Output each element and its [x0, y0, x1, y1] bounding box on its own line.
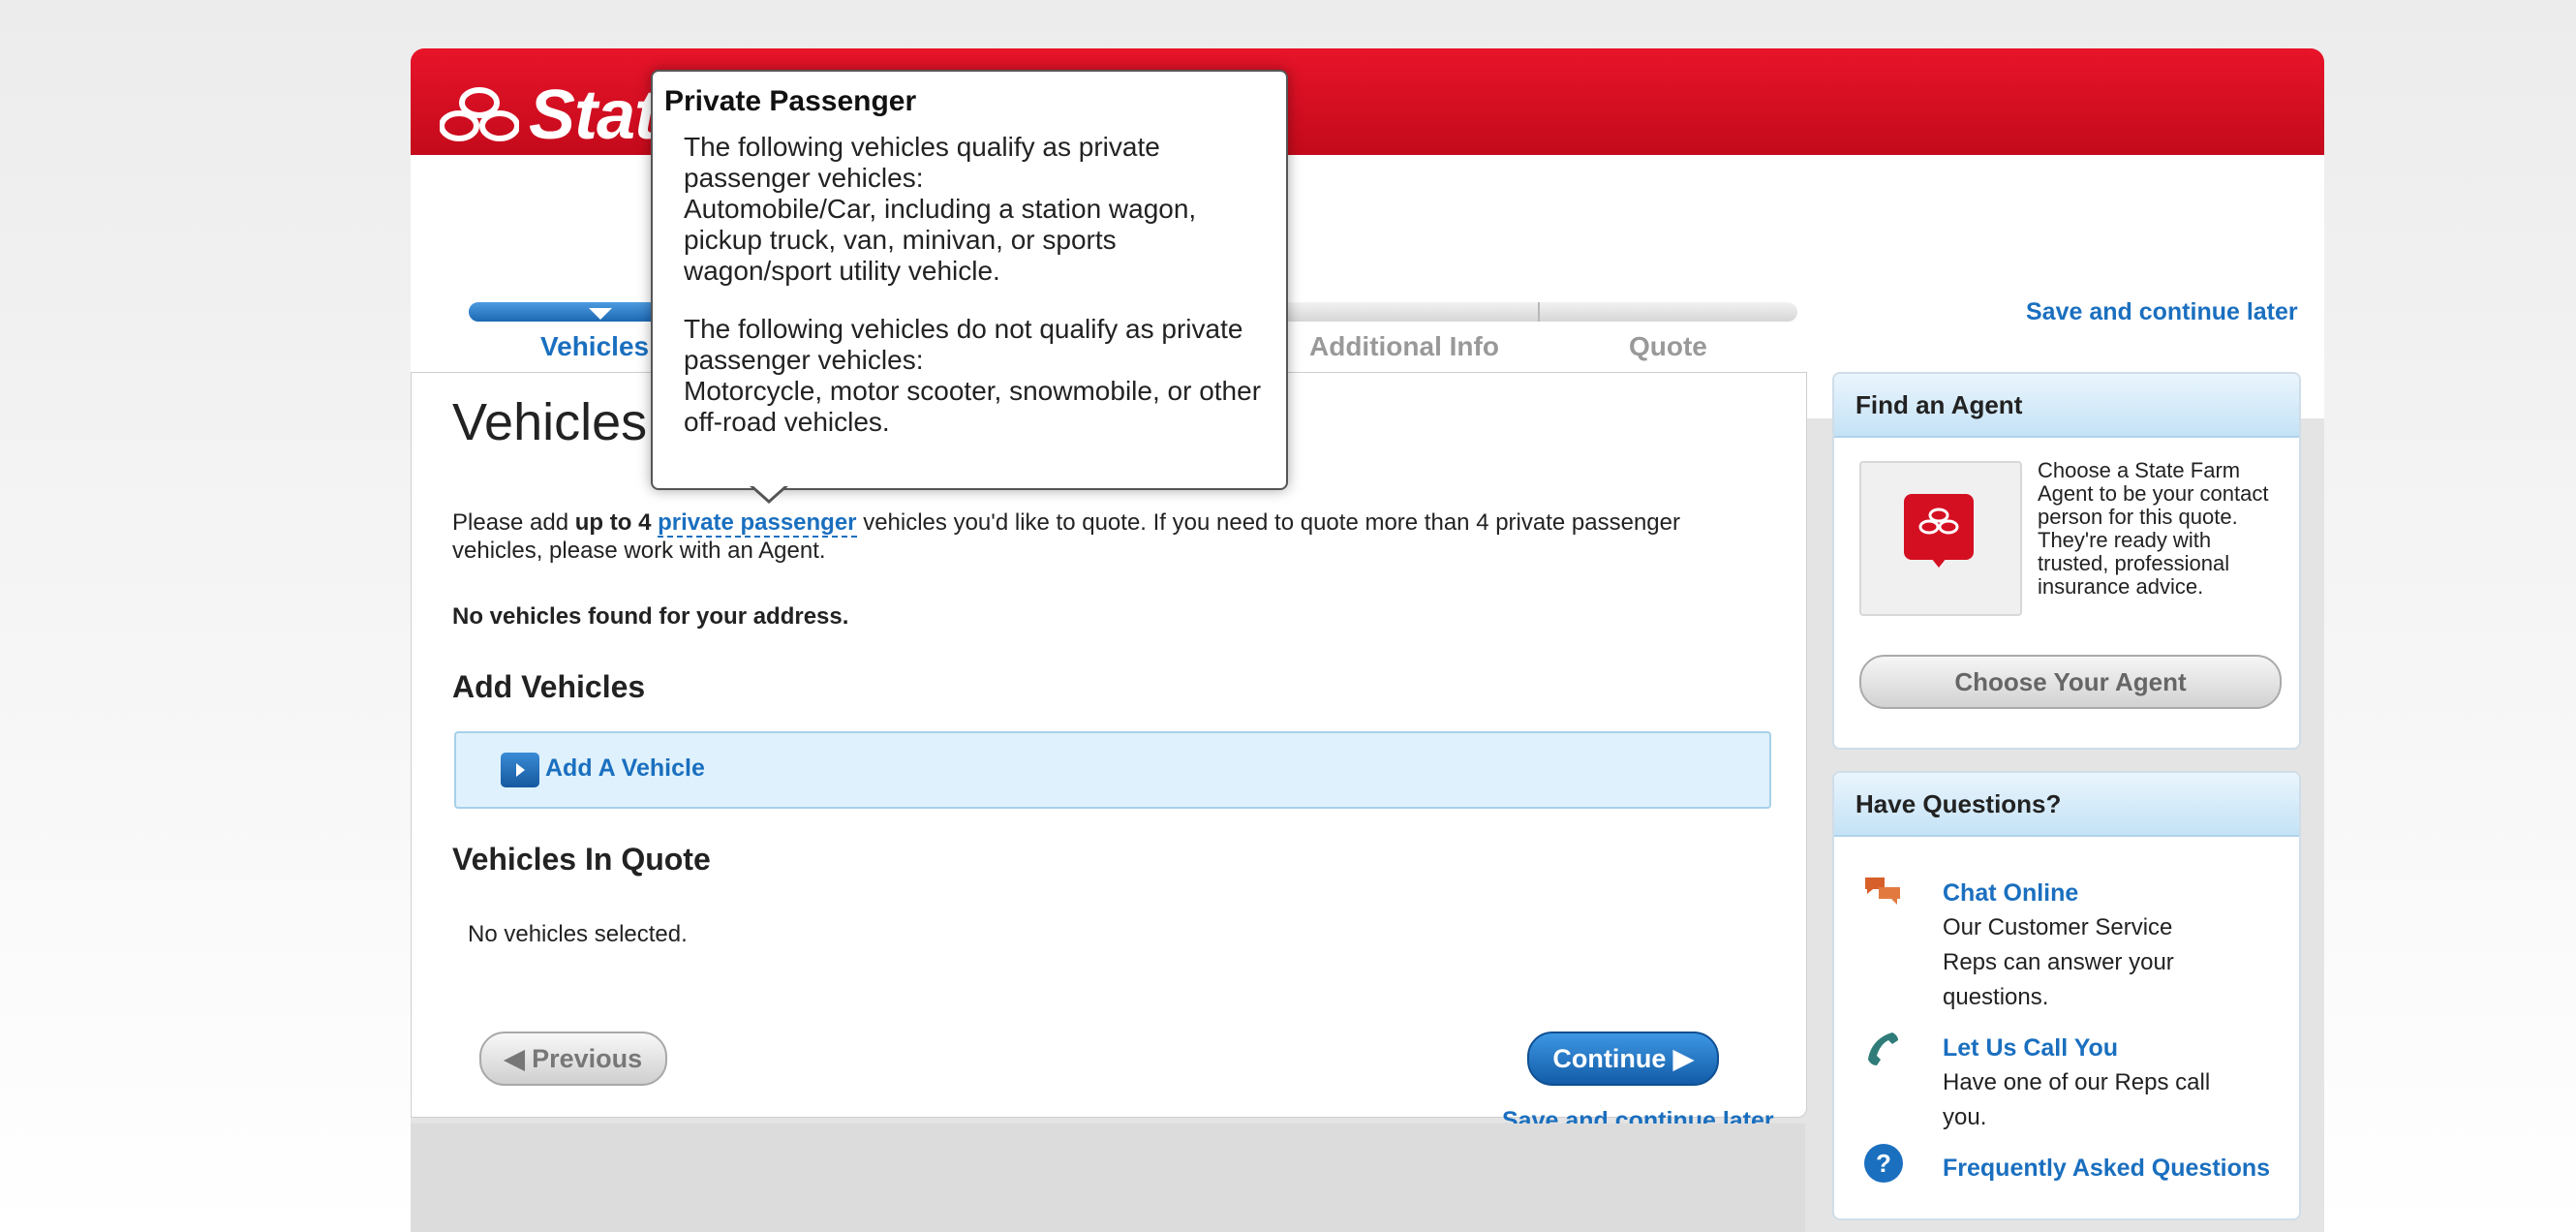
step-quote: Quote — [1629, 331, 1707, 361]
intro-text: Please add up to 4 private passenger veh… — [452, 508, 1711, 565]
previous-label: Previous — [532, 1044, 643, 1073]
three-ovals-icon — [440, 87, 519, 141]
phone-icon — [1868, 1032, 1898, 1065]
tooltip-not-qualify-intro: The following vehicles do not qualify as… — [684, 314, 1243, 375]
save-continue-later-link-top[interactable]: Save and continue later — [2026, 298, 2298, 326]
add-vehicle-link[interactable]: Add A Vehicle — [545, 755, 705, 783]
let-us-call-you-link[interactable]: Let Us Call You — [1943, 1034, 2118, 1063]
agent-description: Choose a State Farm Agent to be your con… — [2038, 458, 2269, 599]
chat-online-link[interactable]: Chat Online — [1943, 879, 2078, 908]
state-farm-ovals-icon — [1918, 508, 1959, 535]
tooltip-qualify-intro: The following vehicles qualify as privat… — [684, 132, 1160, 193]
tooltip-title: Private Passenger — [664, 85, 917, 117]
tooltip-not-qualify-text: The following vehicles do not qualify as… — [684, 314, 1265, 438]
vehicles-in-quote-heading: Vehicles In Quote — [452, 842, 711, 877]
page-title: Vehicles — [452, 393, 648, 451]
tooltip-qualify-list: Automobile/Car, including a station wago… — [684, 194, 1197, 286]
current-step-arrow-icon — [589, 308, 612, 320]
step-additional-info: Additional Info — [1309, 331, 1499, 361]
have-questions-title: Have Questions? — [1834, 773, 2299, 837]
no-vehicles-selected-message: No vehicles selected. — [468, 921, 688, 947]
continue-label: Continue — [1552, 1044, 1667, 1073]
svg-text:?: ? — [1876, 1149, 1891, 1178]
have-questions-panel: Have Questions? Chat Online Our Customer… — [1832, 771, 2301, 1220]
add-vehicle-row[interactable]: Add A Vehicle — [454, 731, 1771, 809]
previous-button[interactable]: ◀ Previous — [479, 1032, 667, 1086]
find-agent-panel: Find an Agent Choose a State Farm Agent … — [1832, 372, 2301, 750]
faq-link[interactable]: Frequently Asked Questions — [1943, 1155, 2270, 1183]
intro-bold: up to 4 — [574, 509, 652, 536]
left-arrow-icon: ◀ — [504, 1044, 525, 1073]
choose-your-agent-button[interactable]: Choose Your Agent — [1859, 655, 2282, 709]
no-vehicles-found-message: No vehicles found for your address. — [452, 603, 849, 630]
intro-pre: Please add — [452, 509, 575, 536]
tooltip-not-qualify-list: Motorcycle, motor scooter, snowmobile, o… — [684, 376, 1262, 437]
progress-divider — [1538, 302, 1540, 322]
add-vehicles-heading: Add Vehicles — [452, 669, 646, 704]
continue-button[interactable]: Continue ▶ — [1527, 1032, 1719, 1086]
play-arrow-icon — [501, 753, 539, 787]
private-passenger-link[interactable]: private passenger — [658, 509, 857, 538]
footer-area — [411, 1124, 1805, 1232]
agent-map-image — [1859, 461, 2022, 616]
find-agent-title: Find an Agent — [1834, 374, 2299, 438]
agent-location-pin-icon — [1904, 494, 1974, 568]
chat-online-description: Our Customer Service Reps can answer you… — [1943, 914, 2174, 1010]
step-vehicles[interactable]: Vehicles — [540, 331, 649, 362]
chat-icon — [1865, 878, 1900, 905]
right-arrow-icon: ▶ — [1672, 1044, 1694, 1073]
question-icon: ? — [1864, 1144, 1903, 1183]
private-passenger-tooltip: Private Passenger The following vehicles… — [651, 70, 1288, 504]
let-us-call-you-description: Have one of our Reps call you. — [1943, 1069, 2211, 1130]
tooltip-qualify-text: The following vehicles qualify as privat… — [684, 132, 1265, 287]
tooltip-pointer-inner — [751, 484, 786, 500]
